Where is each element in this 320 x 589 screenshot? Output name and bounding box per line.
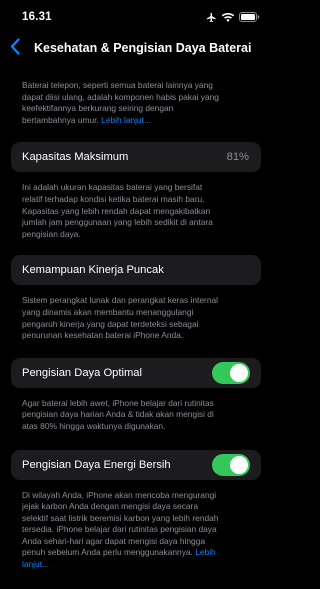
status-icons <box>206 12 260 22</box>
optimized-charging-toggle[interactable] <box>212 361 250 384</box>
description-line: Anda sehari-hari agar dapat mengisi daya… <box>22 535 205 546</box>
max-capacity-label: Kapasitas Maksimum <box>22 151 129 164</box>
navigation-bar: Kesehatan & Pengisian Daya Baterai <box>0 34 272 64</box>
peak-performance-row: Kemampuan Kinerja Puncak <box>11 255 261 286</box>
intro-line: Baterai telepon, seperti semua baterai l… <box>22 80 213 90</box>
max-capacity-description: Ini adalah ukuran kapasitas baterai yang… <box>0 182 272 240</box>
max-capacity-row: Kapasitas Maksimum 81% <box>11 142 261 173</box>
page-title: Kesehatan & Pengisian Daya Baterai <box>34 41 252 55</box>
airplane-icon <box>206 12 217 23</box>
description-line: pengisian daya. <box>22 228 81 239</box>
optimized-charging-label: Pengisian Daya Optimal <box>22 366 143 379</box>
intro-description: Baterai telepon, seperti semua baterai l… <box>0 80 272 126</box>
battery-icon <box>239 12 260 22</box>
description-line: Sistem perangkat lunak dan perangkat ker… <box>22 295 218 306</box>
description-line: tersedia. iPhone belajar dari rutinitas … <box>22 524 217 535</box>
learn-more-link-part2[interactable]: lanjut... <box>22 559 49 569</box>
max-capacity-value: 81% <box>226 151 249 164</box>
clean-energy-charging-row: Pengisian Daya Energi Bersih <box>11 449 261 480</box>
description-line: penuh sebelum Anda perlu menggunakannya. <box>22 547 193 558</box>
learn-more-link-part1[interactable]: Lebih <box>195 547 216 557</box>
peak-performance-description: Sistem perangkat lunak dan perangkat ker… <box>0 295 272 341</box>
settings-content: Baterai telepon, seperti semua baterai l… <box>0 80 272 571</box>
toggle-knob <box>230 363 248 382</box>
toggle-knob <box>230 455 248 474</box>
status-time: 16.31 <box>22 11 52 23</box>
description-line: Di wilayah Anda, iPhone akan mencoba men… <box>22 489 217 500</box>
description-line: Ini adalah ukuran kapasitas baterai yang… <box>22 182 203 193</box>
description-line: pengaruh kinerja yang dapat terdeteksi s… <box>22 318 199 329</box>
optimized-charging-row: Pengisian Daya Optimal <box>11 357 261 388</box>
intro-line: bertambahnya umur. <box>22 114 99 125</box>
clean-energy-charging-toggle[interactable] <box>212 453 250 476</box>
status-bar: 16.31 <box>0 0 272 34</box>
description-line: atas 80% hingga waktunya digunakan. <box>22 420 166 431</box>
intro-line: keefektifannya berkurang seiring dengan <box>22 103 174 114</box>
learn-more-link[interactable]: Lebih lanjut... <box>101 115 151 125</box>
back-button[interactable] <box>4 36 26 62</box>
peak-performance-label: Kemampuan Kinerja Puncak <box>22 264 164 277</box>
clean-energy-charging-label: Pengisian Daya Energi Bersih <box>22 458 171 471</box>
intro-line: dapat diisi ulang, adalah komponen habis… <box>22 91 219 102</box>
clean-energy-charging-description: Di wilayah Anda, iPhone akan mencoba men… <box>0 490 272 571</box>
optimized-charging-description: Agar baterai lebih awet, iPhone belajar … <box>0 398 272 433</box>
description-line: jejak karbon Anda dengan mengisi daya se… <box>22 501 198 512</box>
description-line: relatif terhadap kondisi ketika baterai … <box>22 193 205 204</box>
description-line: Kapasitas yang lebih rendah dapat mengak… <box>22 205 211 216</box>
chevron-left-icon <box>10 38 20 60</box>
description-line: jumlah jam penggunaan yang lebih sedikit… <box>22 217 213 228</box>
description-line: pengisian daya harian Anda & tidak akan … <box>22 409 214 420</box>
description-line: penurunan kesehatan baterai iPhone Anda. <box>22 330 184 341</box>
description-line: selektif saat listrik beremisi karbon ya… <box>22 512 219 523</box>
wifi-icon <box>222 12 234 22</box>
description-line: Agar baterai lebih awet, iPhone belajar … <box>22 397 214 408</box>
description-line: yang dinamis akan membantu menanggulangi <box>22 306 194 317</box>
